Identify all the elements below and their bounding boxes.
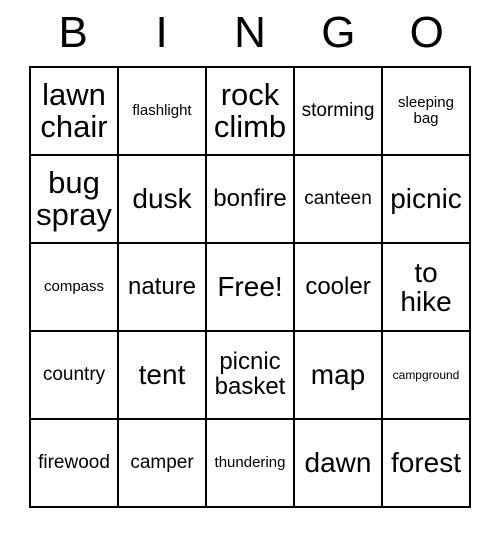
bingo-cell[interactable]: dawn [295,420,383,508]
bingo-cell-label: storming [301,100,375,122]
bingo-cell[interactable]: to hike [383,244,471,332]
bingo-cell-free[interactable]: Free! [207,244,295,332]
bingo-header-letter-o: O [409,8,444,57]
bingo-cell[interactable]: flashlight [119,68,207,156]
bingo-cell[interactable]: rock climb [207,68,295,156]
bingo-cell[interactable]: campground [383,332,471,420]
bingo-cell[interactable]: picnic [383,156,471,244]
bingo-cell[interactable]: lawn chair [31,68,119,156]
bingo-header-letter-n: N [234,8,266,57]
bingo-cell-label: bug spray [36,164,112,232]
bingo-cell-label: canteen [304,188,372,210]
bingo-cell[interactable]: tent [119,332,207,420]
bingo-cell-label: tent [138,359,186,391]
bingo-cell[interactable]: map [295,332,383,420]
bingo-cell-label: dawn [304,447,372,479]
bingo-cell[interactable]: picnic basket [207,332,295,420]
bingo-cell-label: map [310,359,366,391]
bingo-cell-label: camper [130,452,194,474]
bingo-cell-label: bonfire [213,184,287,212]
bingo-card: B I N G O lawn chair flashlight rock climb… [0,0,500,544]
bingo-cell[interactable]: bug spray [31,156,119,244]
bingo-cell[interactable]: thundering [207,420,295,508]
bingo-header-letter-i: I [155,8,168,57]
bingo-cell-label: dusk [132,183,192,215]
bingo-cell[interactable]: dusk [119,156,207,244]
bingo-header-letter-b: B [58,8,88,57]
bingo-header-letter-g: G [321,8,356,57]
bingo-cell-label: to hike [400,256,452,317]
bingo-cell-label: picnic [390,183,462,215]
bingo-cell-label: Free! [217,271,283,303]
bingo-cell-label: flashlight [132,102,192,120]
bingo-cell[interactable]: compass [31,244,119,332]
bingo-cell-label: rock climb [213,76,287,144]
bingo-cell[interactable]: cooler [295,244,383,332]
bingo-cell-label: lawn chair [40,76,108,144]
bingo-cell[interactable]: sleeping bag [383,68,471,156]
bingo-cell[interactable]: camper [119,420,207,508]
bingo-cell-label: forest [390,447,462,479]
bingo-cell-label: cooler [305,272,371,300]
bingo-cell-label: campground [392,367,460,382]
bingo-cell[interactable]: canteen [295,156,383,244]
bingo-header-row: B I N G O [29,0,471,66]
bingo-cell[interactable]: nature [119,244,207,332]
bingo-cell-label: sleeping bag [398,94,454,127]
bingo-cell-label: nature [127,272,197,300]
bingo-cell-label: thundering [214,454,286,472]
bingo-cell[interactable]: storming [295,68,383,156]
bingo-cell[interactable]: firewood [31,420,119,508]
bingo-grid: lawn chair flashlight rock climb storming sl… [29,66,471,508]
bingo-cell-label: country [42,364,106,386]
bingo-cell[interactable]: bonfire [207,156,295,244]
bingo-cell-label: firewood [38,452,110,474]
bingo-cell-label: compass [43,278,105,296]
bingo-cell-label: picnic basket [214,348,286,400]
bingo-cell[interactable]: country [31,332,119,420]
bingo-cell[interactable]: forest [383,420,471,508]
